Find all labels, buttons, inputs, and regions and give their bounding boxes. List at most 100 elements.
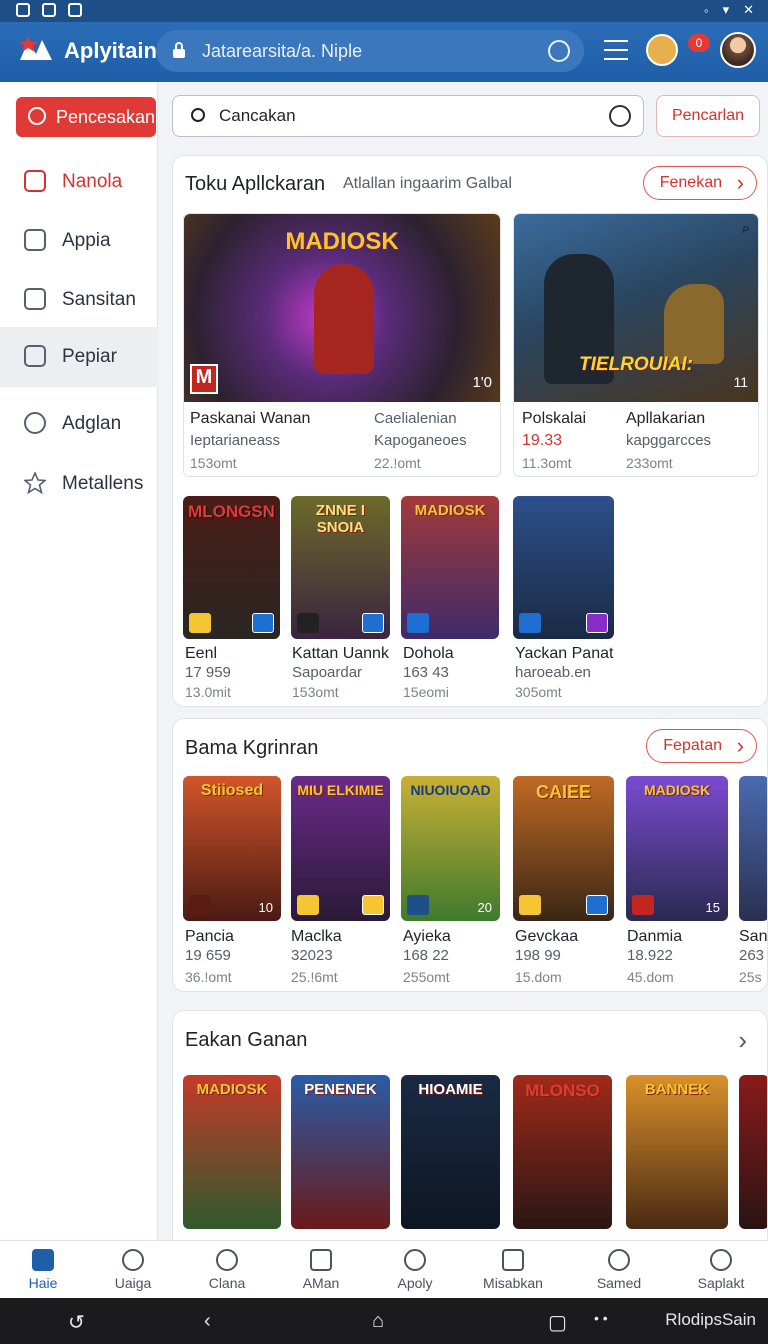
game-tile-cover[interactable] bbox=[513, 496, 614, 639]
game-tile-cover[interactable]: BANNEK bbox=[626, 1075, 728, 1229]
platform-icon bbox=[362, 895, 384, 915]
game-tile-cover[interactable]: MADIOSK 15 bbox=[626, 776, 728, 921]
game-size: 13.0mit bbox=[185, 684, 231, 700]
publisher-logo-icon: M bbox=[190, 364, 218, 394]
bottom-nav-aman[interactable]: AMan bbox=[278, 1241, 364, 1299]
sidebar-item-nanola[interactable]: Nanola bbox=[0, 152, 158, 212]
close-icon[interactable]: ✕ bbox=[743, 2, 754, 18]
address-bar[interactable]: Jatarearsita/a. Niple bbox=[156, 30, 584, 72]
house-icon bbox=[216, 1249, 238, 1271]
search-button[interactable]: Pencarlan bbox=[656, 95, 760, 137]
game-count: 17 959 bbox=[185, 664, 231, 681]
bottom-nav-uaiga[interactable]: Uaiga bbox=[90, 1241, 176, 1299]
game-count: 163 43 bbox=[403, 664, 449, 681]
hero-figure bbox=[314, 264, 374, 374]
platform-icon bbox=[362, 613, 384, 633]
bottom-nav-saplakt[interactable]: Saplakt bbox=[678, 1241, 764, 1299]
notes-icon bbox=[502, 1249, 524, 1271]
sidebar-primary-button[interactable]: Pencesakan bbox=[16, 97, 156, 137]
bottom-navigation: Haie Uaiga Clana AMan Apoly Misabkan Sam… bbox=[0, 1240, 768, 1298]
edit-icon bbox=[24, 288, 46, 310]
bottom-nav-haie[interactable]: Haie bbox=[0, 1241, 86, 1299]
cover-title: PENENEK bbox=[304, 1081, 377, 1098]
sidebar-item-appia[interactable]: Appia bbox=[0, 211, 158, 271]
search-icon bbox=[404, 1249, 426, 1271]
app-logo-icon bbox=[19, 36, 52, 60]
game-count: 198 99 bbox=[515, 947, 561, 964]
top-apps-section: Toku Apllckaran Atlallan ingaarim Galbal… bbox=[172, 155, 768, 707]
app-size: 153omt bbox=[190, 455, 237, 471]
section-more-button[interactable]: Fepatan bbox=[646, 729, 757, 763]
grid-icon bbox=[122, 1249, 144, 1271]
sidebar: Pencesakan Nanola Appia Sansitan Pepiar … bbox=[0, 82, 158, 1240]
recents-icon[interactable]: ▢ bbox=[548, 1310, 567, 1335]
game-size: 255omt bbox=[403, 969, 450, 985]
bottom-nav-misabkan[interactable]: Misabkan bbox=[470, 1241, 556, 1299]
cover-title: MADIOSK bbox=[285, 228, 399, 255]
chevron-right-icon[interactable]: › bbox=[738, 1025, 747, 1056]
avatar[interactable] bbox=[720, 32, 756, 68]
bottom-nav-label: Apoly bbox=[397, 1275, 433, 1291]
age-rating: 11 bbox=[733, 374, 748, 390]
game-count: 168 22 bbox=[403, 947, 449, 964]
game-tile-cover[interactable]: HIOAMIE bbox=[401, 1075, 500, 1229]
game-count: 19 659 bbox=[185, 947, 231, 964]
game-tile-cover[interactable]: NIUOIUOAD 20 bbox=[401, 776, 500, 921]
back-icon[interactable]: ‹ bbox=[204, 1310, 211, 1333]
game-tile-cover[interactable]: Stiiosed 10 bbox=[183, 776, 281, 921]
game-tile-cover[interactable]: MADIOSK bbox=[401, 496, 499, 639]
game-tile-cover[interactable]: MLONSO bbox=[513, 1075, 612, 1229]
game-name: Eenl bbox=[185, 645, 218, 662]
sidebar-item-sansitan[interactable]: Sansitan bbox=[0, 270, 158, 330]
home-icon bbox=[32, 1249, 54, 1271]
search-input[interactable]: Cancakan bbox=[172, 95, 644, 137]
bottom-nav-label: Haie bbox=[28, 1275, 58, 1291]
sidebar-item-adglan[interactable]: Adglan bbox=[0, 394, 158, 454]
section-more-button[interactable]: Fenekan bbox=[642, 166, 757, 200]
game-tile-cover[interactable] bbox=[739, 776, 767, 921]
bottom-nav-samed[interactable]: Samed bbox=[576, 1241, 662, 1299]
sidebar-item-label: Metallens bbox=[62, 473, 144, 494]
more-dots-icon[interactable]: • • bbox=[594, 1310, 608, 1326]
app-category: Kapoganeoes bbox=[374, 432, 467, 449]
app-name: Apllakarian bbox=[626, 410, 706, 427]
bottom-nav-apoly[interactable]: Apoly bbox=[372, 1241, 458, 1299]
game-size: 305omt bbox=[515, 684, 562, 700]
bottom-nav-label: Misabkan bbox=[483, 1275, 543, 1291]
publisher-icon bbox=[189, 613, 211, 633]
rotate-icon[interactable]: ↺ bbox=[68, 1310, 85, 1335]
game-tile-cover[interactable]: ZNNE I SNOIA bbox=[291, 496, 390, 639]
cover-title: HIOAMIE bbox=[418, 1081, 483, 1098]
featured-app-card[interactable]: MADIOSK M 1'0 Paskanai Wanan Ieptarianea… bbox=[183, 213, 501, 477]
house-icon bbox=[24, 229, 46, 251]
app-category: kapggarcces bbox=[626, 432, 712, 449]
platform-icon bbox=[586, 613, 608, 633]
sidebar-item-pepiar[interactable]: Pepiar bbox=[0, 327, 158, 387]
game-tile-cover[interactable]: MIU ELKIMIE bbox=[291, 776, 390, 921]
home-button-icon[interactable]: ⌂ bbox=[372, 1310, 384, 1333]
system-bar-label: RlodipsSain bbox=[665, 1310, 756, 1329]
card-icon bbox=[310, 1249, 332, 1271]
game-cover: TIELROUIAI: 11 ⌕ bbox=[514, 214, 758, 402]
featured-app-card[interactable]: TIELROUIAI: 11 ⌕ Polskalai 19.33 11.3omt… bbox=[513, 213, 759, 477]
game-size: 15.dom bbox=[515, 969, 562, 985]
reload-icon[interactable] bbox=[548, 40, 570, 62]
game-tile-cover[interactable]: MADIOSK bbox=[183, 1075, 281, 1229]
sidebar-item-label: Sansitan bbox=[62, 289, 136, 310]
game-tile-cover[interactable]: MLONGSN bbox=[183, 496, 280, 639]
sidebar-item-label: Nanola bbox=[62, 171, 123, 192]
game-tile-cover[interactable]: PENENEK bbox=[291, 1075, 390, 1229]
game-tile-cover[interactable] bbox=[739, 1075, 767, 1229]
cover-title: MADIOSK bbox=[196, 1081, 268, 1098]
platform-icon bbox=[586, 895, 608, 915]
notification-icon bbox=[42, 3, 56, 17]
emoji-icon[interactable] bbox=[609, 105, 631, 127]
app-name: Paskanai Wanan bbox=[190, 410, 311, 427]
search-icon[interactable]: ⌕ bbox=[742, 220, 750, 237]
sidebar-item-metallens[interactable]: Metallens bbox=[0, 454, 158, 514]
achievement-icon[interactable] bbox=[646, 34, 678, 66]
game-cover: MADIOSK M 1'0 bbox=[184, 214, 500, 402]
bottom-nav-clana[interactable]: Clana bbox=[184, 1241, 270, 1299]
menu-icon[interactable] bbox=[604, 40, 628, 67]
game-tile-cover[interactable]: CAIEE bbox=[513, 776, 614, 921]
